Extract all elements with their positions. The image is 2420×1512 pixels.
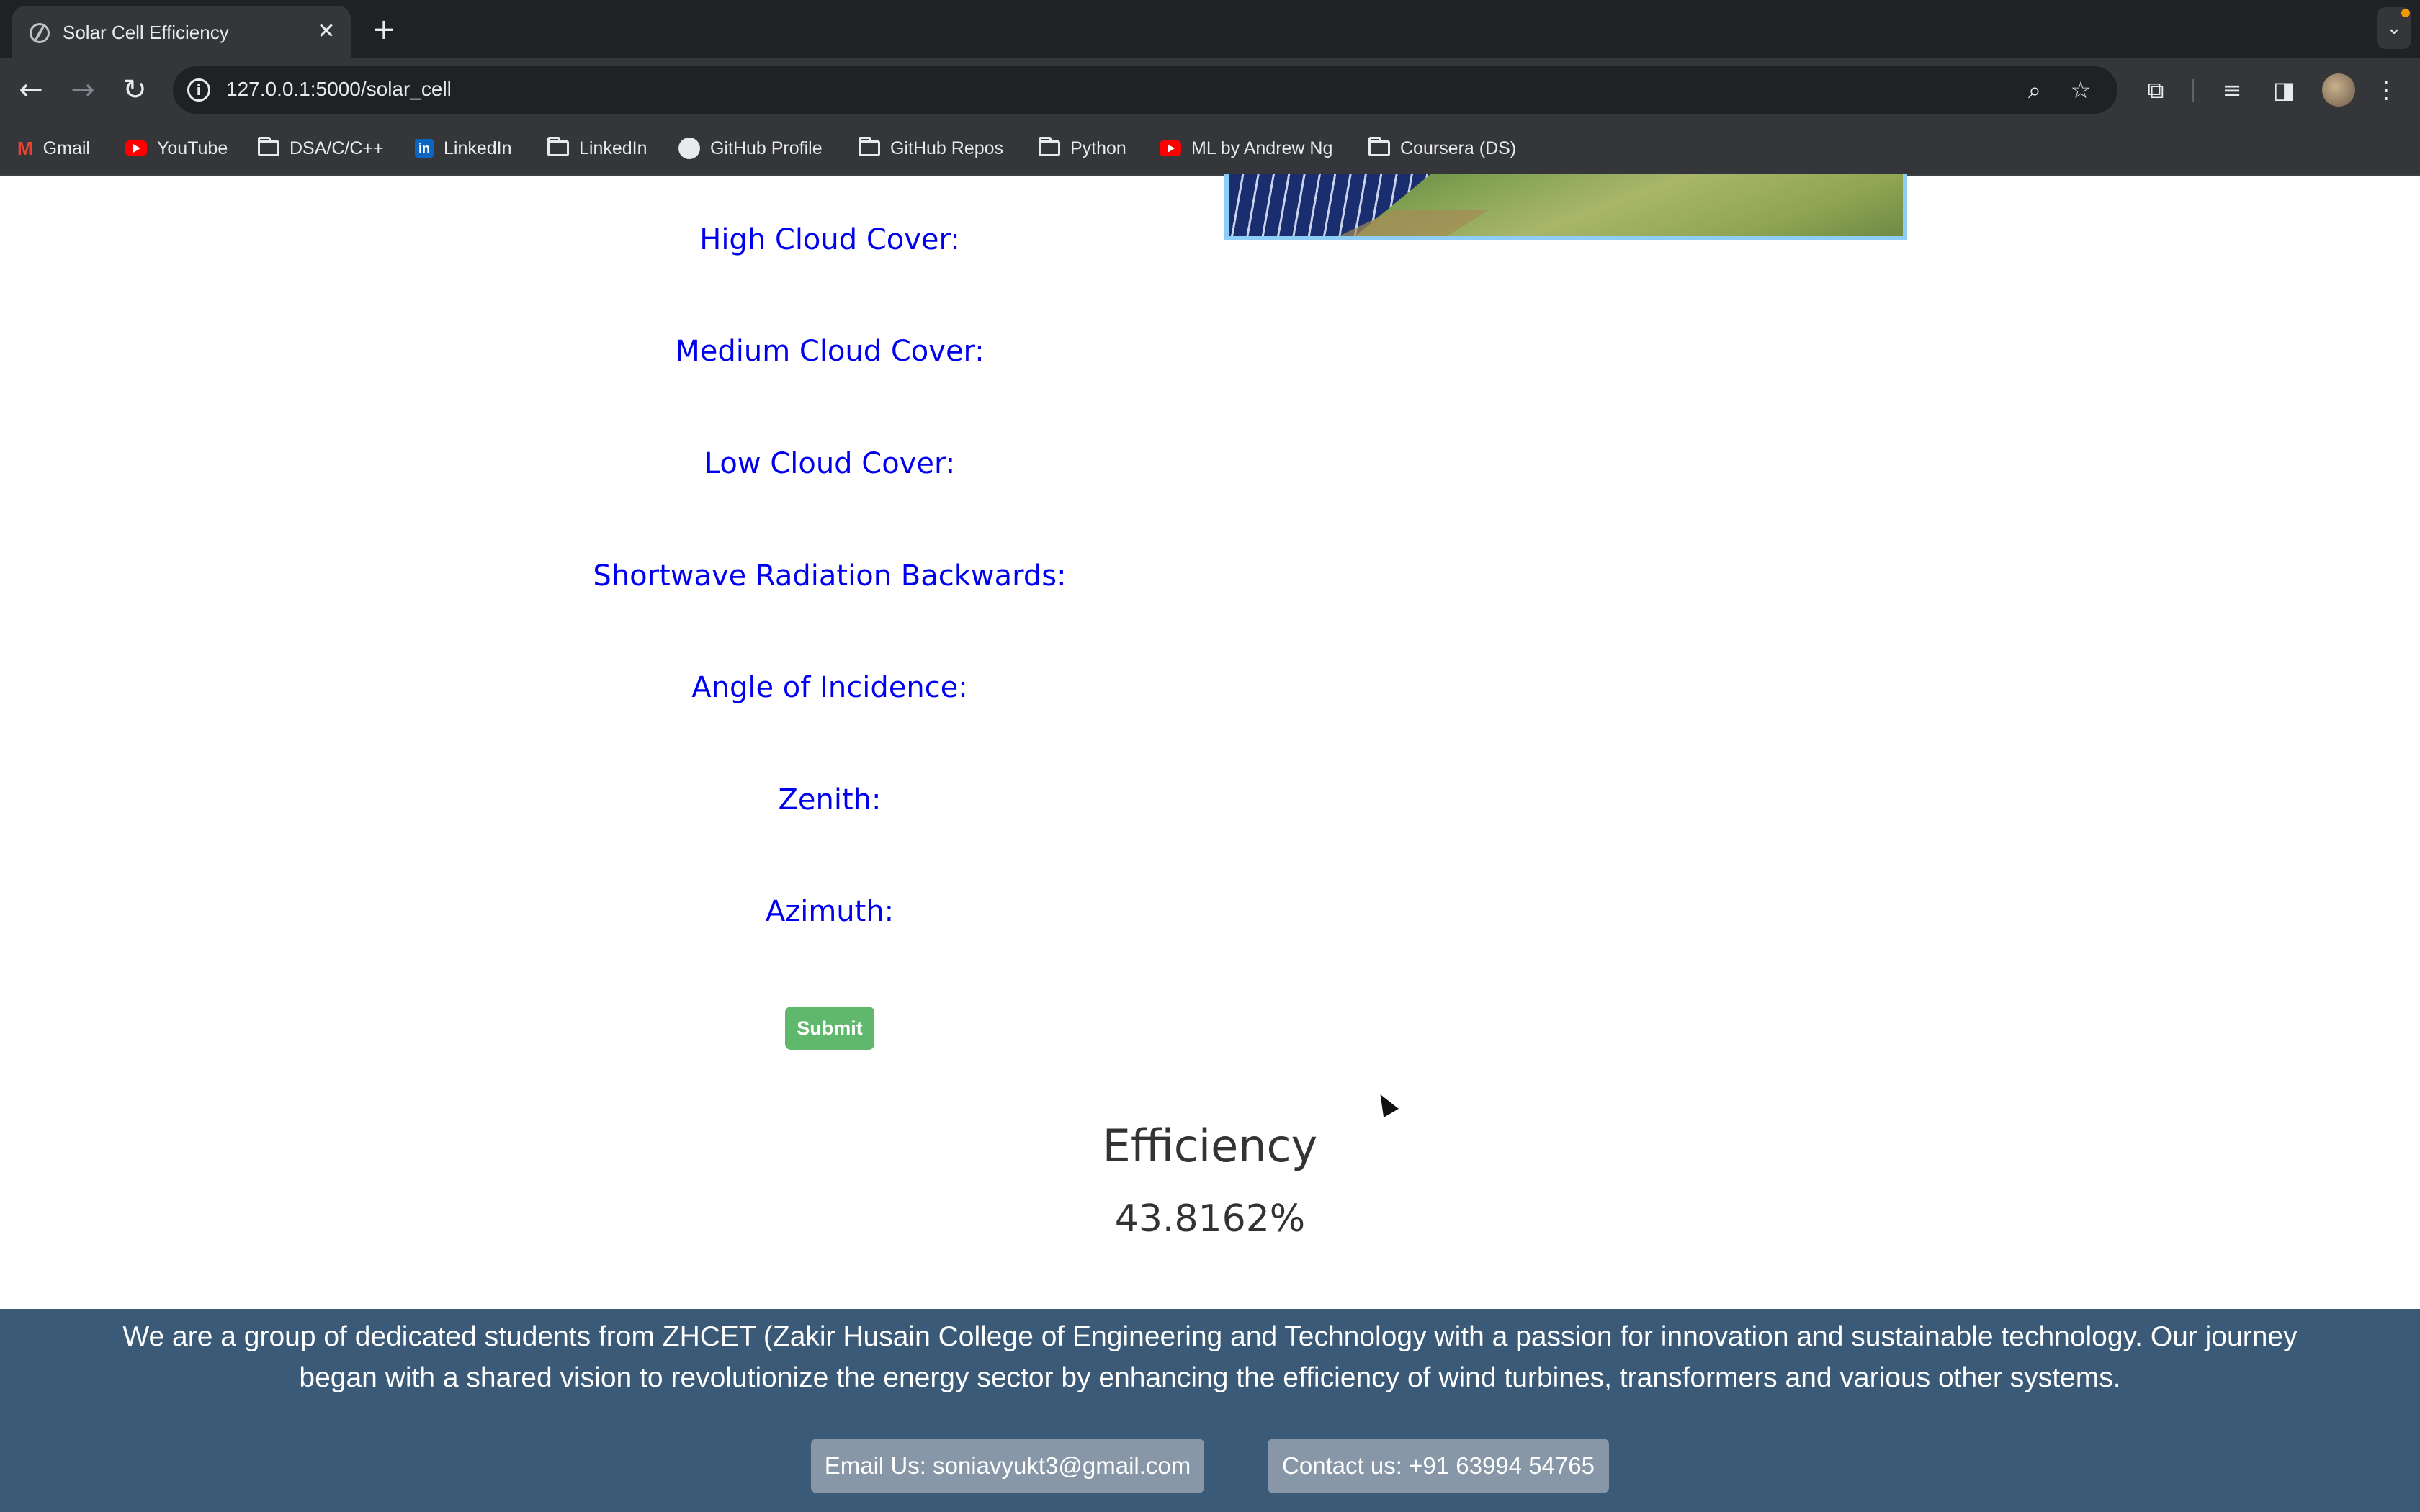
footer: We are a group of dedicated students fro… (0, 1309, 2420, 1512)
zenith-label: Zenith: (778, 783, 882, 816)
notification-dot (2401, 9, 2410, 17)
efficiency-value: 43.8162% (1114, 1197, 1306, 1241)
browser-tab[interactable]: Solar Cell Efficiency ✕ (12, 6, 351, 58)
new-tab-button[interactable]: + (367, 13, 400, 46)
bookmark-label: Python (1070, 138, 1126, 158)
low-cloud-cover-label: Low Cloud Cover: (704, 447, 956, 480)
address-bar[interactable]: i 127.0.0.1:5000/solar_cell ⌕ ☆ (173, 66, 2118, 114)
bookmark-label: YouTube (157, 138, 228, 158)
tab-search-button[interactable]: ⌄ (2377, 7, 2411, 49)
close-tab-icon[interactable]: ✕ (312, 17, 341, 46)
toolbar-divider (2192, 79, 2194, 102)
reload-icon[interactable]: ↻ (114, 69, 156, 111)
bookmark-folder-github-repos[interactable]: GitHub Repos (859, 132, 1003, 164)
folder-icon (1368, 137, 1390, 156)
tab-strip: Solar Cell Efficiency ✕ + ⌄ (0, 0, 2420, 58)
submit-button[interactable]: Submit (785, 1007, 874, 1050)
mouse-cursor (1373, 1090, 1399, 1117)
browser-toolbar: ← → ↻ i 127.0.0.1:5000/solar_cell ⌕ ☆ ⧉ … (0, 58, 2420, 122)
youtube-icon (1160, 140, 1181, 156)
linkedin-icon: in (415, 139, 434, 158)
gmail-icon: M (17, 137, 33, 159)
high-cloud-cover-label: High Cloud Cover: (699, 223, 960, 256)
bookmark-folder-coursera[interactable]: Coursera (DS) (1368, 132, 1516, 164)
bookmark-folder-python[interactable]: Python (1039, 132, 1126, 164)
side-panel-icon[interactable]: ◨ (2267, 73, 2300, 107)
bookmark-label: ML by Andrew Ng (1191, 138, 1333, 158)
bookmark-ml-andrew-ng[interactable]: ML by Andrew Ng (1160, 132, 1332, 164)
menu-kebab-icon[interactable]: ⋮ (2370, 73, 2403, 107)
tab-title: Solar Cell Efficiency (63, 22, 229, 43)
url-text[interactable]: 127.0.0.1:5000/solar_cell (226, 78, 452, 101)
angle-of-incidence-label: Angle of Incidence: (691, 671, 968, 704)
efficiency-heading: Efficiency (1102, 1120, 1318, 1172)
folder-icon (1039, 137, 1060, 156)
medium-cloud-cover-label: Medium Cloud Cover: (675, 335, 985, 368)
bookmark-label: GitHub Profile (710, 138, 823, 158)
bookmark-github-profile[interactable]: GitHub Profile (678, 132, 823, 164)
youtube-icon (125, 140, 147, 156)
github-icon (678, 138, 700, 159)
folder-icon (258, 137, 279, 156)
bookmark-gmail[interactable]: M Gmail (17, 132, 90, 164)
globe-icon (30, 23, 50, 43)
zoom-icon[interactable]: ⌕ (2018, 73, 2051, 107)
bookmark-folder-dsa[interactable]: DSA/C/C++ (258, 132, 384, 164)
azimuth-label: Azimuth: (765, 895, 895, 928)
bookmark-label: LinkedIn (579, 138, 647, 158)
bookmarks-bar: M Gmail YouTube DSA/C/C++ in LinkedIn Link… (0, 122, 2420, 176)
bookmark-folder-linkedin[interactable]: LinkedIn (547, 132, 647, 164)
bookmark-youtube[interactable]: YouTube (125, 132, 228, 164)
back-arrow-icon[interactable]: ← (10, 69, 52, 111)
media-controls-icon[interactable]: ≡ (2215, 73, 2249, 107)
extensions-icon[interactable]: ⧉ (2139, 73, 2172, 107)
contact-button[interactable]: Contact us: +91 63994 54765 (1268, 1439, 1609, 1493)
bookmark-linkedin[interactable]: in LinkedIn (415, 132, 512, 164)
bookmark-label: DSA/C/C++ (290, 138, 384, 158)
footer-about-text: We are a group of dedicated students fro… (122, 1321, 2298, 1393)
forward-arrow-icon[interactable]: → (62, 69, 104, 111)
site-info-icon[interactable]: i (187, 78, 210, 102)
bookmark-label: Coursera (DS) (1400, 138, 1517, 158)
bookmark-star-icon[interactable]: ☆ (2064, 73, 2097, 107)
email-button[interactable]: Email Us: soniavyukt3@gmail.com (811, 1439, 1204, 1493)
bookmark-label: Gmail (42, 138, 90, 158)
folder-icon (547, 137, 569, 156)
bookmark-label: GitHub Repos (890, 138, 1004, 158)
bookmark-label: LinkedIn (444, 138, 512, 158)
shortwave-radiation-label: Shortwave Radiation Backwards: (593, 559, 1067, 593)
profile-avatar[interactable] (2322, 73, 2355, 107)
folder-icon (859, 137, 880, 156)
